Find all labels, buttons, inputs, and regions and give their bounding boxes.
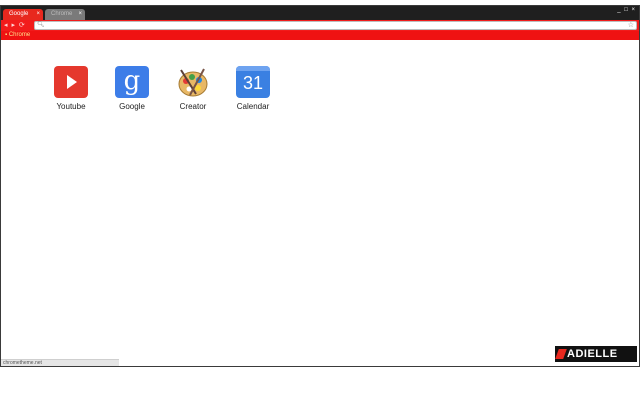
bookmarks-bar: ▪ Chrome <box>1 31 639 40</box>
google-icon: g <box>115 66 149 98</box>
tab-label: Google <box>9 11 29 17</box>
bookmark-label: Chrome <box>8 32 31 38</box>
search-icon: 🔍︎ <box>37 22 45 28</box>
tab-google[interactable]: Google × <box>3 9 43 20</box>
app-youtube[interactable]: Youtube <box>41 66 101 111</box>
app-label: Creator <box>179 102 207 111</box>
app-google[interactable]: g Google <box>102 66 162 111</box>
bookmark-item[interactable]: ▪ Chrome <box>5 31 30 40</box>
close-icon[interactable]: × <box>36 9 40 20</box>
app-calendar[interactable]: 31 Calendar <box>223 66 283 111</box>
brand-logo: ADIELLE <box>555 346 637 362</box>
app-label: Calendar <box>236 102 270 111</box>
calendar-icon: 31 <box>236 66 270 98</box>
youtube-icon <box>54 66 88 98</box>
tab-label: Chrome <box>51 11 73 17</box>
close-icon[interactable]: × <box>78 9 82 20</box>
star-icon[interactable]: ☆ <box>628 21 634 29</box>
tab-chrome[interactable]: Chrome × <box>45 9 85 20</box>
brand-logo-text: ADIELLE <box>567 348 618 360</box>
app-creator[interactable]: Creator <box>163 66 223 111</box>
bookmark-icon: ▪ <box>5 32 8 38</box>
status-bar: chrometheme.net <box>1 359 119 366</box>
toolbar: ◂ ▸ ⟳ 🔍︎ ☆ <box>1 20 639 31</box>
title-bar: Google × Chrome × _ □ × <box>1 6 639 20</box>
address-bar[interactable]: 🔍︎ ☆ <box>34 21 637 30</box>
app-label: Youtube <box>56 102 86 111</box>
new-tab-page: Youtube g Google Creator 31 Calendar chr… <box>1 40 639 366</box>
window-controls[interactable]: _ □ × <box>617 7 636 13</box>
browser-window: Google × Chrome × _ □ × ◂ ▸ ⟳ 🔍︎ ☆ ▪ Chr… <box>0 5 640 367</box>
palette-icon <box>176 66 210 98</box>
app-label: Google <box>119 102 145 111</box>
logo-mark-icon <box>555 349 567 359</box>
navigation-buttons[interactable]: ◂ ▸ ⟳ <box>4 21 26 29</box>
